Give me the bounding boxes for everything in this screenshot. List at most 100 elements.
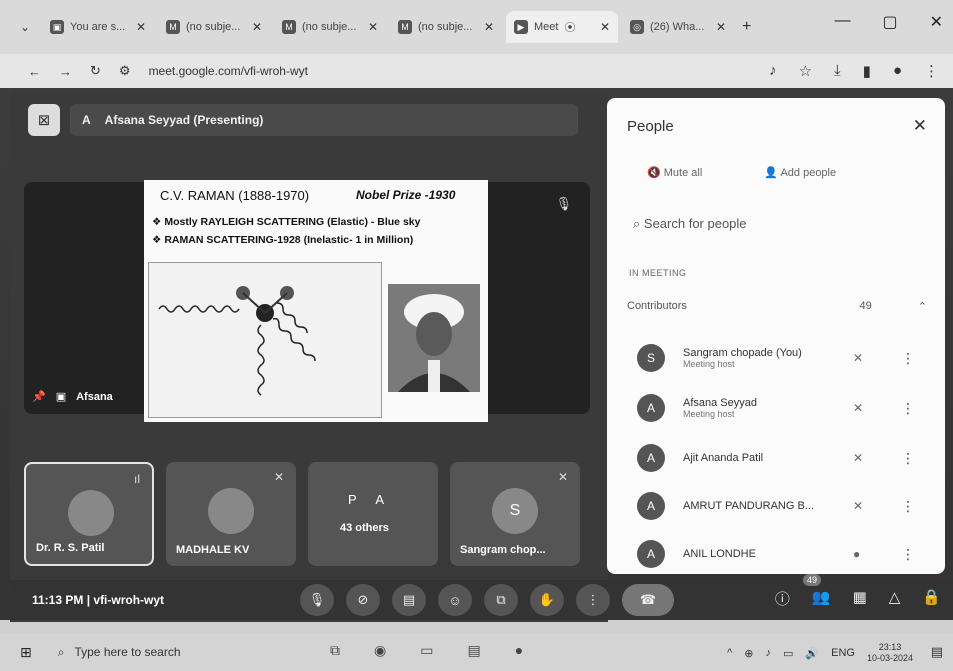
close-icon[interactable]: ✕ — [716, 20, 726, 34]
list-item[interactable]: A Ajit Ananda Patil ✕ ⋮ — [637, 438, 927, 478]
participant-tile[interactable]: ıl Dr. R. S. Patil — [24, 462, 154, 566]
tab-meet[interactable]: ▶ Meet ⦿ ✕ — [506, 11, 618, 43]
muted-mic-icon[interactable]: ✕ — [853, 499, 873, 513]
close-icon[interactable]: ✕ — [600, 20, 610, 34]
windows-start-icon[interactable]: ⊞ — [20, 644, 32, 661]
list-item[interactable]: S Sangram chopade (You) Meeting host ✕ ⋮ — [637, 338, 927, 378]
meet-control-bar: 11:13 PM | vfi-wroh-wyt 🎙 ⊘ ▤ ☺ ⧉ ✋ ⋮ ☎ … — [10, 574, 953, 620]
search-placeholder: Search for people — [643, 216, 747, 231]
leave-call-button[interactable]: ☎ — [622, 584, 674, 616]
muted-mic-icon[interactable]: ✕ — [853, 351, 873, 365]
notification-icon[interactable]: ▤ — [931, 644, 943, 660]
host-controls-icon[interactable]: 🔒 — [922, 588, 941, 609]
url-field[interactable]: meet.google.com/vfi-wroh-wyt — [149, 64, 308, 78]
chrome-icon[interactable]: ◉ — [374, 642, 386, 659]
sidepanel-icon[interactable]: ▮ — [863, 62, 871, 80]
presenting-label: Afsana Seyyad (Presenting) — [104, 113, 264, 127]
taskbar-clock[interactable]: 23:13 10-03-2024 — [867, 642, 913, 664]
camera-toggle-button[interactable]: ⊘ — [346, 584, 380, 616]
search-input[interactable]: ⌕ Search for people — [633, 216, 747, 232]
others-count: 43 others — [340, 522, 389, 534]
captions-button[interactable]: ▤ — [392, 584, 426, 616]
others-tile[interactable]: P A 43 others — [308, 462, 438, 566]
close-icon[interactable]: ✕ — [368, 20, 378, 34]
explorer-icon[interactable]: ▭ — [420, 642, 433, 659]
maximize-icon[interactable]: ▢ — [882, 12, 897, 32]
tab-2[interactable]: M (no subje... ✕ — [158, 11, 270, 43]
emoji-button[interactable]: ☺ — [438, 584, 472, 616]
tab-4[interactable]: M (no subje... ✕ — [390, 11, 502, 43]
window-close-icon[interactable]: ✕ — [930, 12, 943, 32]
more-icon[interactable]: ⋮ — [901, 498, 915, 515]
store-icon[interactable]: ▤ — [467, 642, 480, 659]
participant-tile[interactable]: S ✕ Sangram chop... — [450, 462, 580, 566]
chat-icon[interactable]: ▦ — [853, 588, 867, 609]
gmail-icon: M — [282, 20, 296, 34]
minimize-icon[interactable]: — — [834, 12, 850, 32]
menu-kebab-icon[interactable]: ⋮ — [924, 62, 939, 80]
close-icon[interactable]: ✕ — [252, 20, 262, 34]
info-icon[interactable]: ⓘ — [775, 588, 790, 609]
chevron-up-icon[interactable]: ⌃ — [918, 300, 927, 313]
participant-name: MADHALE KV — [176, 544, 250, 556]
back-icon[interactable]: ← — [28, 64, 41, 79]
taskbar-search-box[interactable]: ⌕ Type here to search — [58, 645, 181, 660]
tab-3[interactable]: M (no subje... ✕ — [274, 11, 386, 43]
language-indicator[interactable]: ENG — [831, 647, 855, 659]
contributors-header[interactable]: Contributors 49 ⌃ — [627, 300, 927, 313]
bookmark-star-icon[interactable]: ☆ — [799, 62, 812, 80]
new-tab-icon[interactable]: + — [742, 18, 751, 36]
tab-1[interactable]: ▣ You are s... ✕ — [42, 11, 154, 43]
tray-chevron-icon[interactable]: ^ — [727, 647, 732, 659]
tab-label: (no subje... — [418, 21, 473, 33]
list-item[interactable]: A Afsana Seyyad Meeting host ✕ ⋮ — [637, 388, 927, 428]
reload-icon[interactable]: ↻ — [90, 63, 101, 79]
more-icon[interactable]: ⋮ — [901, 350, 915, 367]
activities-icon[interactable]: △ — [889, 588, 901, 609]
forward-icon[interactable]: → — [59, 64, 72, 79]
mute-all-button[interactable]: 🔇 Mute all — [647, 166, 702, 179]
task-view-icon[interactable]: ⧉ — [330, 642, 340, 659]
pin-icon[interactable]: 📌 — [32, 390, 46, 403]
add-people-button[interactable]: 👤 Add people — [764, 166, 836, 179]
app-icon[interactable]: ● — [515, 642, 523, 659]
stop-presenting-icon[interactable]: ⊠ — [28, 104, 60, 136]
contributors-label: Contributors — [627, 300, 687, 312]
download-icon[interactable]: ⤓ — [834, 62, 841, 80]
close-icon[interactable]: ✕ — [136, 20, 146, 34]
profile-avatar[interactable]: ● — [893, 62, 902, 80]
participant-name: Dr. R. S. Patil — [36, 542, 105, 554]
tray-volume-icon[interactable]: 🔊 — [805, 647, 819, 660]
tray-network-icon[interactable]: ▭ — [783, 647, 793, 660]
present-button[interactable]: ⧉ — [484, 584, 518, 616]
close-icon[interactable]: ✕ — [484, 20, 494, 34]
screen-share[interactable]: 🎙 C.V. RAMAN (1888-1970) Nobel Prize -19… — [24, 180, 590, 422]
more-options-button[interactable]: ⋮ — [576, 584, 610, 616]
site-info-icon[interactable]: ⚙ — [119, 63, 131, 79]
close-icon[interactable]: ✕ — [913, 116, 927, 136]
people-icon[interactable]: 👥 — [812, 588, 831, 609]
participant-name: Sangram chop... — [460, 544, 546, 556]
avatar: A — [637, 540, 665, 568]
muted-mic-icon[interactable]: ✕ — [853, 401, 873, 415]
muted-mic-icon[interactable]: ✕ — [853, 451, 873, 465]
more-icon[interactable]: ⋮ — [901, 450, 915, 467]
list-item[interactable]: A ANIL LONDHE ● ⋮ — [637, 534, 927, 574]
tray-app-icon[interactable]: ⊕ — [744, 647, 753, 660]
list-item[interactable]: A AMRUT PANDURANG B... ✕ ⋮ — [637, 486, 927, 526]
mic-icon[interactable]: ♪ — [769, 62, 777, 80]
speaking-indicator-icon: ● — [853, 547, 861, 561]
meeting-time-code: 11:13 PM | vfi-wroh-wyt — [32, 593, 165, 607]
person-name: Sangram chopade (You) — [683, 347, 802, 359]
mic-toggle-button[interactable]: 🎙 — [300, 584, 334, 616]
taskbar-search-text: Type here to search — [74, 645, 181, 659]
person-info: Ajit Ananda Patil — [683, 452, 831, 464]
slide-title: C.V. RAMAN (1888-1970) — [160, 188, 310, 203]
participant-tile[interactable]: ✕ MADHALE KV — [166, 462, 296, 566]
raise-hand-button[interactable]: ✋ — [530, 584, 564, 616]
more-icon[interactable]: ⋮ — [901, 400, 915, 417]
tab-search-chevron-icon[interactable]: ⌄ — [20, 20, 38, 34]
tab-6[interactable]: ◎ (26) Wha... ✕ — [622, 11, 734, 43]
more-icon[interactable]: ⋮ — [901, 546, 915, 563]
mute-all-label: Mute all — [663, 167, 703, 179]
